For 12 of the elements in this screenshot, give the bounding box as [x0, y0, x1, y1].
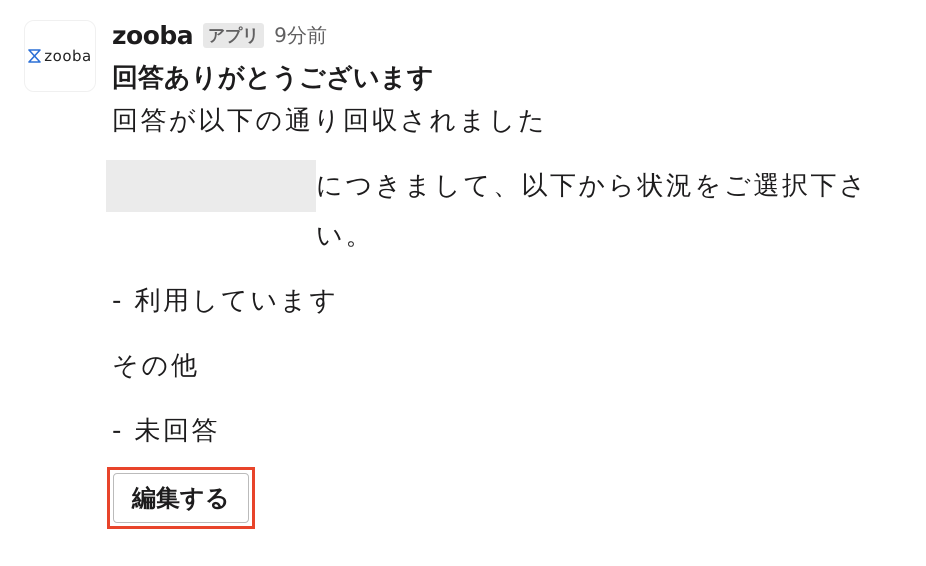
logo-text: zooba — [44, 47, 92, 65]
edit-button[interactable]: 編集する — [113, 473, 249, 523]
body-text: 回答が以下の通り回収されました — [112, 105, 548, 138]
body-text: その他 — [112, 350, 200, 383]
body-text: につきまして、以下から状況をご選択下さい。 — [316, 170, 870, 253]
sender-name[interactable]: zooba — [112, 20, 194, 50]
body-text: - 未回答 — [112, 415, 222, 448]
hourglass-icon — [28, 49, 42, 63]
message-title: 回答ありがとうございます — [112, 62, 435, 95]
timestamp[interactable]: 9分前 — [274, 22, 327, 48]
app-badge: アプリ — [203, 22, 264, 48]
body-text: - 利用しています — [112, 285, 340, 318]
